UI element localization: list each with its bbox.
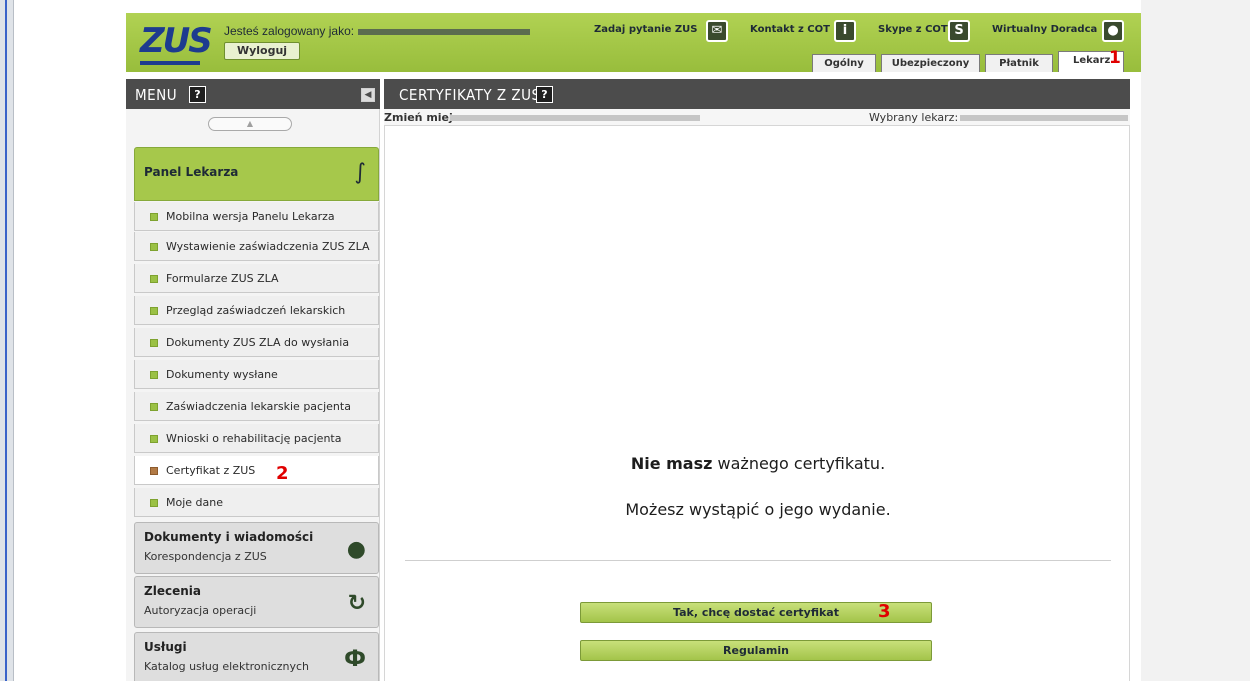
sidebar-item-my-data[interactable]: Moje dane <box>134 488 379 517</box>
step-marker-1: 1 <box>1109 48 1121 68</box>
sidebar-item-label: Certyfikat z ZUS <box>166 464 256 477</box>
menu-scroll-up-button[interactable]: ▲ <box>208 117 292 131</box>
sidebar-item-label: Wystawienie zaświadczenia ZUS ZLA <box>166 240 370 253</box>
sidebar-item-label: Dokumenty wysłane <box>166 368 278 381</box>
logo-underline <box>140 61 200 65</box>
section-title: Zlecenia <box>144 584 201 598</box>
ask-zus-link[interactable]: Zadaj pytanie ZUS <box>594 24 697 35</box>
main-content: Nie masz ważnego certyfikatu. Możesz wys… <box>384 126 1130 681</box>
skype-icon[interactable]: S <box>948 20 970 42</box>
bullet-icon <box>150 435 158 443</box>
page-left-strip <box>0 0 14 681</box>
top-header: ZUS Jesteś zalogowany jako: Wyloguj Zada… <box>126 13 1141 72</box>
stethoscope-icon: ∫ <box>354 160 366 185</box>
tab-platnik[interactable]: Płatnik <box>985 54 1053 72</box>
sidebar-item-label: Wnioski o rehabilitację pacjenta <box>166 432 342 445</box>
sidebar-item-patient-certificates[interactable]: Zaświadczenia lekarskie pacjenta <box>134 392 379 421</box>
speech-bubble-icon: ● <box>346 537 366 562</box>
selected-doctor-label: Wybrany lekarz: <box>869 111 959 124</box>
side-menu: ▲ Panel Lekarza ∫ Mobilna wersja Panelu … <box>126 109 380 681</box>
no-certificate-message: Nie masz ważnego certyfikatu. <box>385 454 1131 473</box>
sidebar-item-label: Mobilna wersja Panelu Lekarza <box>166 210 335 223</box>
content-help-icon[interactable]: ? <box>536 86 553 103</box>
context-info-row: Zmień miejsce: Wybrany lekarz: <box>384 109 1130 126</box>
refresh-icon: ↻ <box>347 591 366 616</box>
menu-title: MENU <box>135 86 178 104</box>
sidebar-item-label: Zaświadczenia lekarskie pacjenta <box>166 400 351 413</box>
sidebar-item-zla-to-send[interactable]: Dokumenty ZUS ZLA do wysłania <box>134 328 379 357</box>
bullet-icon <box>150 213 158 221</box>
person-icon[interactable]: ● <box>1102 20 1124 42</box>
step-marker-2: 2 <box>276 463 289 484</box>
sidebar-item-review-certificates[interactable]: Przegląd zaświadczeń lekarskich <box>134 296 379 325</box>
message-rest: ważnego certyfikatu. <box>712 454 886 473</box>
tab-ubezpieczony[interactable]: Ubezpieczony <box>881 54 980 72</box>
bullet-icon <box>150 403 158 411</box>
section-subtitle: Korespondencja z ZUS <box>144 550 267 563</box>
section-services[interactable]: Usługi Katalog usług elektronicznych Ф <box>134 632 379 681</box>
panel-title: Panel Lekarza <box>144 165 239 179</box>
regulations-button[interactable]: Regulamin <box>580 640 932 661</box>
page-title: CERTYFIKATY Z ZUS <box>399 86 541 104</box>
section-title: Usługi <box>144 640 187 654</box>
bullet-icon <box>150 307 158 315</box>
bullet-icon <box>150 499 158 507</box>
menu-header: MENU ? ◀ <box>126 79 380 109</box>
doctor-value-redacted <box>960 115 1128 121</box>
skype-cot-link[interactable]: Skype z COT <box>878 24 948 35</box>
sidebar-item-label: Dokumenty ZUS ZLA do wysłania <box>166 336 350 349</box>
sidebar-item-label: Przegląd zaświadczeń lekarskich <box>166 304 346 317</box>
bullet-icon <box>150 339 158 347</box>
chat-icon[interactable]: ✉ <box>706 20 728 42</box>
bullet-icon <box>150 243 158 251</box>
bullet-icon <box>150 275 158 283</box>
tab-ogolny[interactable]: Ogólny <box>812 54 876 72</box>
logout-button[interactable]: Wyloguj <box>224 42 300 60</box>
services-icon: Ф <box>344 647 366 672</box>
page-left-accent-line <box>5 0 7 681</box>
apply-message: Możesz wystąpić o jego wydanie. <box>625 500 891 519</box>
sidebar-item-sent-documents[interactable]: Dokumenty wysłane <box>134 360 379 389</box>
section-documents-messages[interactable]: Dokumenty i wiadomości Korespondencja z … <box>134 522 379 574</box>
bullet-icon <box>150 467 158 475</box>
section-orders[interactable]: Zlecenia Autoryzacja operacji ↻ <box>134 576 379 628</box>
section-subtitle: Katalog usług elektronicznych <box>144 660 309 673</box>
page-right-margin <box>1141 0 1250 681</box>
section-title: Dokumenty i wiadomości <box>144 530 314 544</box>
virtual-advisor-link[interactable]: Wirtualny Doradca <box>992 24 1097 35</box>
collapse-menu-icon[interactable]: ◀ <box>361 88 375 102</box>
sidebar-item-mobile-version[interactable]: Mobilna wersja Panelu Lekarza <box>134 202 379 231</box>
step-marker-3: 3 <box>878 601 891 622</box>
sidebar-item-issue-zla[interactable]: Wystawienie zaświadczenia ZUS ZLA <box>134 232 379 261</box>
info-icon[interactable]: i <box>834 20 856 42</box>
sidebar-item-label: Moje dane <box>166 496 224 509</box>
sidebar-item-zus-certificate[interactable]: Certyfikat z ZUS <box>134 456 379 485</box>
sidebar-item-label: Formularze ZUS ZLA <box>166 272 279 285</box>
panel-lekarza-header[interactable]: Panel Lekarza ∫ <box>134 147 379 201</box>
bullet-icon <box>150 371 158 379</box>
logged-in-label: Jesteś zalogowany jako: <box>224 24 355 38</box>
sidebar-item-rehab-requests[interactable]: Wnioski o rehabilitację pacjenta <box>134 424 379 453</box>
logged-in-user-redacted <box>358 29 530 35</box>
contact-cot-link[interactable]: Kontakt z COT <box>750 24 830 35</box>
message-bold: Nie masz <box>630 454 713 473</box>
section-subtitle: Autoryzacja operacji <box>144 604 257 617</box>
content-divider <box>405 560 1111 561</box>
content-header: CERTYFIKATY Z ZUS ? <box>384 79 1130 109</box>
zus-logo[interactable]: ZUS <box>140 21 213 61</box>
sidebar-item-zla-forms[interactable]: Formularze ZUS ZLA <box>134 264 379 293</box>
menu-help-icon[interactable]: ? <box>189 86 206 103</box>
place-value-redacted <box>450 115 700 121</box>
